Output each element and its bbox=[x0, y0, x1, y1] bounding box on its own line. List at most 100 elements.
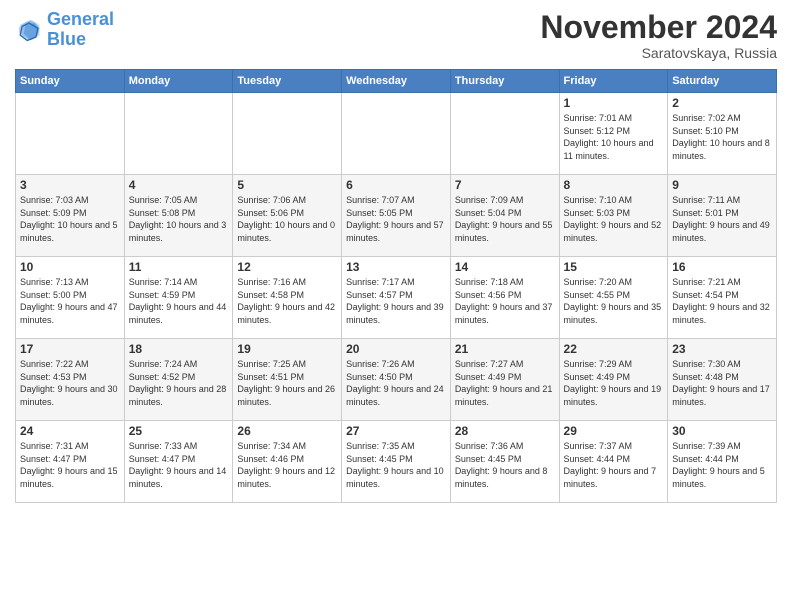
day-info: Sunrise: 7:20 AMSunset: 4:55 PMDaylight:… bbox=[564, 276, 664, 326]
calendar-cell: 24 Sunrise: 7:31 AMSunset: 4:47 PMDayligh… bbox=[16, 421, 125, 503]
page-container: General Blue November 2024 Saratovskaya,… bbox=[0, 0, 792, 513]
calendar-cell: 7 Sunrise: 7:09 AMSunset: 5:04 PMDaylight… bbox=[450, 175, 559, 257]
calendar-cell: 29Sunrise: 7:37 AMSunset: 4:44 PMDayligh… bbox=[559, 421, 668, 503]
day-info: Sunrise: 7:11 AMSunset: 5:01 PMDaylight:… bbox=[672, 194, 772, 244]
logo-text: General Blue bbox=[47, 10, 114, 50]
day-info: Sunrise: 7:35 AMSunset: 4:45 PMDaylight:… bbox=[346, 440, 446, 490]
day-number: 24 bbox=[20, 424, 120, 438]
day-info: Sunrise: 7:01 AMSunset: 5:12 PMDaylight:… bbox=[564, 112, 664, 162]
day-number: 11 bbox=[129, 260, 229, 274]
day-info: Sunrise: 7:03 AMSunset: 5:09 PMDaylight:… bbox=[20, 194, 120, 244]
day-number: 14 bbox=[455, 260, 555, 274]
calendar-cell bbox=[342, 93, 451, 175]
day-info: Sunrise: 7:13 AMSunset: 5:00 PMDaylight:… bbox=[20, 276, 120, 326]
day-info: Sunrise: 7:25 AMSunset: 4:51 PMDaylight:… bbox=[237, 358, 337, 408]
calendar-cell: 25 Sunrise: 7:33 AMSunset: 4:47 PMDayligh… bbox=[124, 421, 233, 503]
calendar-cell bbox=[233, 93, 342, 175]
calendar-body: 1 Sunrise: 7:01 AMSunset: 5:12 PMDaylight… bbox=[16, 93, 777, 503]
day-number: 19 bbox=[237, 342, 337, 356]
calendar-week-3: 10 Sunrise: 7:13 AMSunset: 5:00 PMDayligh… bbox=[16, 257, 777, 339]
day-number: 7 bbox=[455, 178, 555, 192]
day-number: 26 bbox=[237, 424, 337, 438]
calendar-cell: 16Sunrise: 7:21 AMSunset: 4:54 PMDayligh… bbox=[668, 257, 777, 339]
day-info: Sunrise: 7:39 AMSunset: 4:44 PMDaylight:… bbox=[672, 440, 772, 490]
day-number: 27 bbox=[346, 424, 446, 438]
day-number: 10 bbox=[20, 260, 120, 274]
calendar-cell: 14 Sunrise: 7:18 AMSunset: 4:56 PMDayligh… bbox=[450, 257, 559, 339]
calendar-cell: 1 Sunrise: 7:01 AMSunset: 5:12 PMDaylight… bbox=[559, 93, 668, 175]
calendar-cell: 22Sunrise: 7:29 AMSunset: 4:49 PMDayligh… bbox=[559, 339, 668, 421]
calendar-cell: 30 Sunrise: 7:39 AMSunset: 4:44 PMDayligh… bbox=[668, 421, 777, 503]
day-info: Sunrise: 7:09 AMSunset: 5:04 PMDaylight:… bbox=[455, 194, 555, 244]
calendar-cell: 28Sunrise: 7:36 AMSunset: 4:45 PMDayligh… bbox=[450, 421, 559, 503]
day-info: Sunrise: 7:06 AMSunset: 5:06 PMDaylight:… bbox=[237, 194, 337, 244]
day-number: 21 bbox=[455, 342, 555, 356]
day-info: Sunrise: 7:17 AMSunset: 4:57 PMDaylight:… bbox=[346, 276, 446, 326]
day-info: Sunrise: 7:33 AMSunset: 4:47 PMDaylight:… bbox=[129, 440, 229, 490]
calendar-cell: 8Sunrise: 7:10 AMSunset: 5:03 PMDaylight… bbox=[559, 175, 668, 257]
calendar-cell bbox=[124, 93, 233, 175]
calendar-header: SundayMondayTuesdayWednesdayThursdayFrid… bbox=[16, 70, 777, 93]
day-number: 2 bbox=[672, 96, 772, 110]
day-number: 5 bbox=[237, 178, 337, 192]
day-number: 8 bbox=[564, 178, 664, 192]
logo-line1: General bbox=[47, 9, 114, 29]
day-info: Sunrise: 7:05 AMSunset: 5:08 PMDaylight:… bbox=[129, 194, 229, 244]
calendar-cell: 18 Sunrise: 7:24 AMSunset: 4:52 PMDayligh… bbox=[124, 339, 233, 421]
day-number: 20 bbox=[346, 342, 446, 356]
day-info: Sunrise: 7:24 AMSunset: 4:52 PMDaylight:… bbox=[129, 358, 229, 408]
day-info: Sunrise: 7:36 AMSunset: 4:45 PMDaylight:… bbox=[455, 440, 555, 490]
calendar-cell: 21Sunrise: 7:27 AMSunset: 4:49 PMDayligh… bbox=[450, 339, 559, 421]
calendar-cell: 5 Sunrise: 7:06 AMSunset: 5:06 PMDaylight… bbox=[233, 175, 342, 257]
weekday-header-tuesday: Tuesday bbox=[233, 70, 342, 93]
day-number: 13 bbox=[346, 260, 446, 274]
calendar-cell: 23 Sunrise: 7:30 AMSunset: 4:48 PMDayligh… bbox=[668, 339, 777, 421]
calendar-cell: 4Sunrise: 7:05 AMSunset: 5:08 PMDaylight… bbox=[124, 175, 233, 257]
calendar-week-2: 3 Sunrise: 7:03 AMSunset: 5:09 PMDaylight… bbox=[16, 175, 777, 257]
day-number: 17 bbox=[20, 342, 120, 356]
calendar-week-5: 24 Sunrise: 7:31 AMSunset: 4:47 PMDayligh… bbox=[16, 421, 777, 503]
calendar-cell: 19 Sunrise: 7:25 AMSunset: 4:51 PMDayligh… bbox=[233, 339, 342, 421]
weekday-header-row: SundayMondayTuesdayWednesdayThursdayFrid… bbox=[16, 70, 777, 93]
calendar-week-4: 17 Sunrise: 7:22 AMSunset: 4:53 PMDayligh… bbox=[16, 339, 777, 421]
month-title: November 2024 bbox=[540, 10, 777, 45]
weekday-header-friday: Friday bbox=[559, 70, 668, 93]
day-info: Sunrise: 7:16 AMSunset: 4:58 PMDaylight:… bbox=[237, 276, 337, 326]
weekday-header-saturday: Saturday bbox=[668, 70, 777, 93]
calendar-cell bbox=[450, 93, 559, 175]
calendar-table: SundayMondayTuesdayWednesdayThursdayFrid… bbox=[15, 69, 777, 503]
day-number: 23 bbox=[672, 342, 772, 356]
calendar-week-1: 1 Sunrise: 7:01 AMSunset: 5:12 PMDaylight… bbox=[16, 93, 777, 175]
day-number: 6 bbox=[346, 178, 446, 192]
calendar-cell: 2 Sunrise: 7:02 AMSunset: 5:10 PMDaylight… bbox=[668, 93, 777, 175]
day-info: Sunrise: 7:29 AMSunset: 4:49 PMDaylight:… bbox=[564, 358, 664, 408]
weekday-header-monday: Monday bbox=[124, 70, 233, 93]
day-info: Sunrise: 7:26 AMSunset: 4:50 PMDaylight:… bbox=[346, 358, 446, 408]
title-block: November 2024 Saratovskaya, Russia bbox=[540, 10, 777, 61]
calendar-cell: 3 Sunrise: 7:03 AMSunset: 5:09 PMDaylight… bbox=[16, 175, 125, 257]
weekday-header-wednesday: Wednesday bbox=[342, 70, 451, 93]
day-info: Sunrise: 7:30 AMSunset: 4:48 PMDaylight:… bbox=[672, 358, 772, 408]
calendar-cell: 27 Sunrise: 7:35 AMSunset: 4:45 PMDayligh… bbox=[342, 421, 451, 503]
calendar-cell: 13 Sunrise: 7:17 AMSunset: 4:57 PMDayligh… bbox=[342, 257, 451, 339]
day-info: Sunrise: 7:37 AMSunset: 4:44 PMDaylight:… bbox=[564, 440, 664, 490]
calendar-cell: 11 Sunrise: 7:14 AMSunset: 4:59 PMDayligh… bbox=[124, 257, 233, 339]
day-number: 1 bbox=[564, 96, 664, 110]
day-info: Sunrise: 7:02 AMSunset: 5:10 PMDaylight:… bbox=[672, 112, 772, 162]
calendar-cell: 12Sunrise: 7:16 AMSunset: 4:58 PMDayligh… bbox=[233, 257, 342, 339]
day-number: 18 bbox=[129, 342, 229, 356]
day-number: 25 bbox=[129, 424, 229, 438]
day-info: Sunrise: 7:31 AMSunset: 4:47 PMDaylight:… bbox=[20, 440, 120, 490]
day-info: Sunrise: 7:14 AMSunset: 4:59 PMDaylight:… bbox=[129, 276, 229, 326]
day-info: Sunrise: 7:18 AMSunset: 4:56 PMDaylight:… bbox=[455, 276, 555, 326]
page-header: General Blue November 2024 Saratovskaya,… bbox=[15, 10, 777, 61]
calendar-cell bbox=[16, 93, 125, 175]
calendar-cell: 20 Sunrise: 7:26 AMSunset: 4:50 PMDayligh… bbox=[342, 339, 451, 421]
day-info: Sunrise: 7:22 AMSunset: 4:53 PMDaylight:… bbox=[20, 358, 120, 408]
day-number: 3 bbox=[20, 178, 120, 192]
logo-line2: Blue bbox=[47, 29, 86, 49]
weekday-header-sunday: Sunday bbox=[16, 70, 125, 93]
logo-icon bbox=[15, 16, 43, 44]
day-number: 30 bbox=[672, 424, 772, 438]
calendar-cell: 10 Sunrise: 7:13 AMSunset: 5:00 PMDayligh… bbox=[16, 257, 125, 339]
